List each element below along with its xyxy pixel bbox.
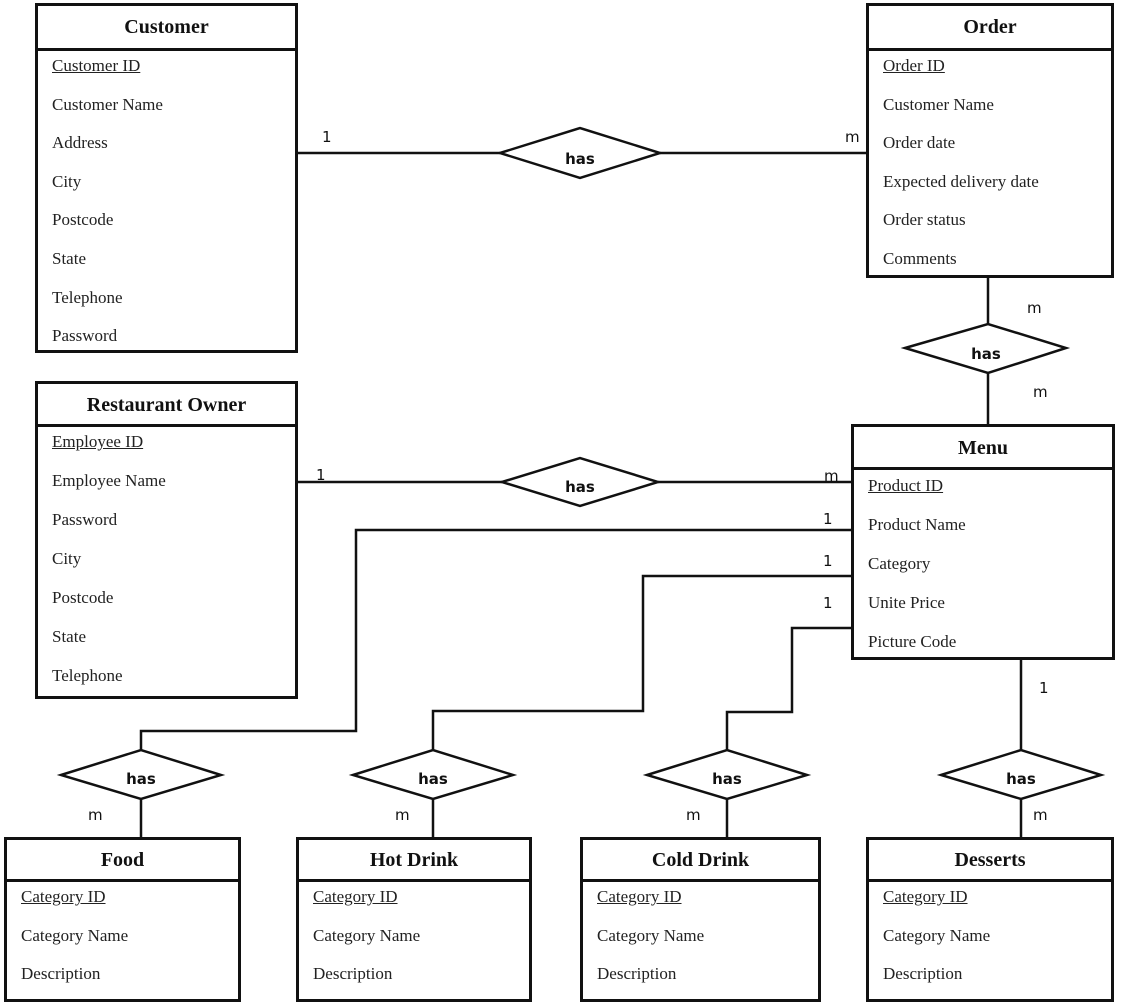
entity-attribute: Telephone bbox=[52, 287, 123, 307]
cardinality-label: m bbox=[1033, 806, 1048, 824]
entity-attribute: Password bbox=[52, 510, 118, 529]
entity-title: Order bbox=[869, 6, 1111, 51]
entity-title: Customer bbox=[38, 6, 295, 51]
entity-title: Menu bbox=[854, 427, 1112, 470]
entity-customer: Customer Customer ID Customer Name Address… bbox=[35, 3, 298, 353]
entity-attribute: Customer Name bbox=[883, 94, 994, 114]
entity-food: Food Category ID Category Name Description bbox=[4, 837, 241, 1002]
cardinality-label: m bbox=[824, 467, 839, 485]
primary-key-attribute: Category ID bbox=[21, 887, 106, 906]
entity-attribute: Picture Code bbox=[868, 632, 957, 651]
cardinality-label: 1 bbox=[316, 466, 326, 484]
relationship-label: has bbox=[565, 478, 595, 496]
entity-cold-drink: Cold Drink Category ID Category Name Descr… bbox=[580, 837, 821, 1002]
cardinality-label: 1 bbox=[1039, 679, 1049, 697]
entity-attribute: Order status bbox=[883, 210, 966, 230]
cardinality-label: m bbox=[88, 806, 103, 824]
entity-attribute: City bbox=[52, 549, 82, 568]
cardinality-label: m bbox=[395, 806, 410, 824]
entity-order: Order Order ID Customer Name Order date Exp… bbox=[866, 3, 1114, 278]
entity-restaurant-owner: Restaurant Owner Employee ID Employee Nam… bbox=[35, 381, 298, 699]
relationship-label: has bbox=[126, 770, 156, 788]
primary-key-attribute: Category ID bbox=[597, 887, 682, 906]
entity-attribute: Description bbox=[21, 964, 101, 984]
entity-title: Cold Drink bbox=[583, 840, 818, 882]
entity-menu: Menu Product ID Product Name Category Unite… bbox=[851, 424, 1115, 660]
entity-attribute: Category Name bbox=[883, 925, 991, 945]
entity-attribute: Password bbox=[52, 326, 118, 346]
entity-attribute: Category Name bbox=[21, 925, 129, 945]
relationship-label: has bbox=[971, 345, 1001, 363]
primary-key-attribute: Order ID bbox=[883, 56, 945, 75]
entity-attribute: Category Name bbox=[597, 925, 705, 945]
cardinality-label: 1 bbox=[823, 552, 833, 570]
entity-desserts: Desserts Category ID Category Name Descrip… bbox=[866, 837, 1114, 1002]
cardinality-label: m bbox=[845, 128, 860, 146]
entity-attribute: Comments bbox=[883, 249, 957, 268]
connector-line bbox=[725, 626, 852, 750]
relationship-label: has bbox=[712, 770, 742, 788]
entity-title: Desserts bbox=[869, 840, 1111, 882]
entity-attribute: State bbox=[52, 249, 86, 268]
entity-attribute: Product Name bbox=[868, 515, 966, 534]
entity-attribute: Description bbox=[883, 964, 963, 984]
primary-key-attribute: Customer ID bbox=[52, 56, 141, 75]
cardinality-label: 1 bbox=[823, 510, 833, 528]
entity-attribute: Address bbox=[52, 133, 108, 153]
entity-attribute: Description bbox=[597, 964, 677, 984]
entity-attribute: Expected delivery date bbox=[883, 171, 1039, 191]
entity-attribute: City bbox=[52, 171, 82, 191]
entity-attribute: Postcode bbox=[52, 210, 114, 230]
entity-attribute: State bbox=[52, 627, 86, 646]
entity-attribute: Category bbox=[868, 554, 931, 573]
primary-key-attribute: Employee ID bbox=[52, 432, 144, 451]
cardinality-label: m bbox=[1033, 383, 1048, 401]
entity-title: Restaurant Owner bbox=[38, 384, 295, 427]
entity-title: Food bbox=[7, 840, 238, 882]
entity-attribute: Order date bbox=[883, 133, 956, 153]
cardinality-label: 1 bbox=[823, 594, 833, 612]
entity-hot-drink: Hot Drink Category ID Category Name Descri… bbox=[296, 837, 532, 1002]
entity-attribute: Telephone bbox=[52, 666, 123, 685]
entity-attribute: Description bbox=[313, 964, 393, 984]
entity-attribute: Unite Price bbox=[868, 593, 945, 612]
entity-title: Hot Drink bbox=[299, 840, 529, 882]
primary-key-attribute: Category ID bbox=[313, 887, 398, 906]
relationship-label: has bbox=[565, 150, 595, 168]
entity-attribute: Postcode bbox=[52, 588, 114, 607]
primary-key-attribute: Product ID bbox=[868, 476, 944, 495]
entity-attribute: Employee Name bbox=[52, 471, 166, 490]
cardinality-label: m bbox=[686, 806, 701, 824]
relationship-label: has bbox=[418, 770, 448, 788]
relationship-label: has bbox=[1006, 770, 1036, 788]
connector-line bbox=[431, 574, 852, 750]
primary-key-attribute: Category ID bbox=[883, 887, 968, 906]
cardinality-label: 1 bbox=[322, 128, 332, 146]
cardinality-label: m bbox=[1027, 299, 1042, 317]
entity-attribute: Customer Name bbox=[52, 94, 163, 114]
entity-attribute: Category Name bbox=[313, 925, 421, 945]
